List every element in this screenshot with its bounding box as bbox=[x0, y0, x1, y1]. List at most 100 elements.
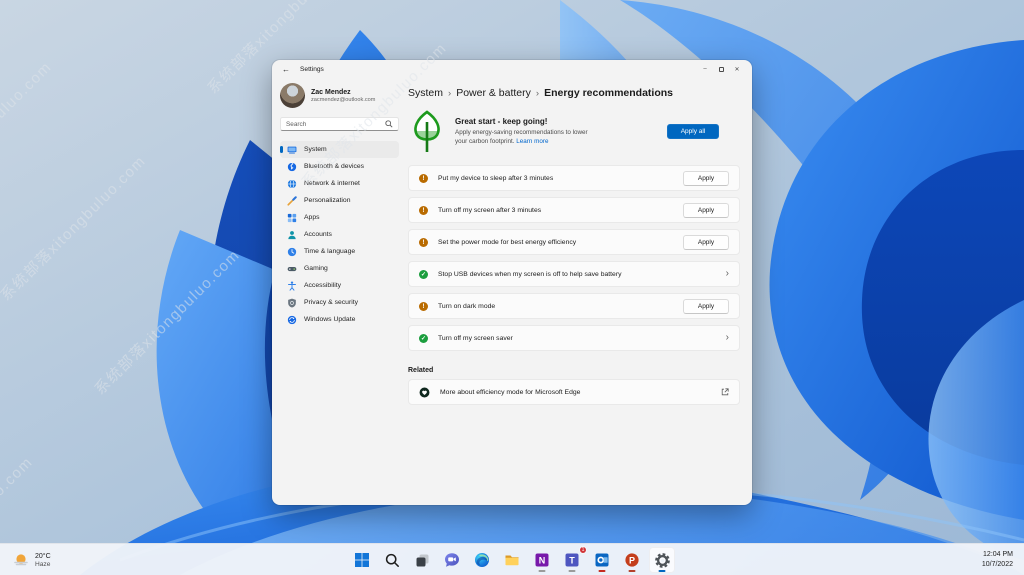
sidebar-item-time-language[interactable]: Time & language bbox=[280, 243, 399, 260]
task-view-button[interactable] bbox=[409, 547, 435, 573]
teams-letter: T bbox=[569, 555, 575, 565]
leaf-icon bbox=[410, 109, 444, 154]
window-title: Settings bbox=[300, 66, 324, 73]
windows-update-icon bbox=[287, 314, 297, 325]
settings-main: System › Power & battery › Energy recomm… bbox=[404, 78, 752, 505]
active-indicator bbox=[659, 570, 666, 572]
banner-description: Apply energy-saving recommendations to l… bbox=[455, 128, 597, 147]
sidebar-item-label: Network & internet bbox=[304, 180, 360, 187]
apply-button[interactable]: Apply bbox=[683, 299, 729, 314]
search-button[interactable] bbox=[379, 547, 405, 573]
recommendation-label: Turn off my screen saver bbox=[438, 335, 513, 342]
teams-button[interactable]: T 1 bbox=[559, 547, 585, 573]
recommendation-label: Put my device to sleep after 3 minutes bbox=[438, 175, 553, 182]
sidebar-item-bluetooth-devices[interactable]: Bluetooth & devices bbox=[280, 158, 399, 175]
settings-sidebar: Zac Mendez zacmendez@outlook.com System bbox=[272, 78, 404, 505]
powerpoint-icon: P bbox=[624, 552, 640, 568]
related-link-row[interactable]: More about efficiency mode for Microsoft… bbox=[408, 379, 740, 405]
recommendation-row: Turn on dark mode Apply bbox=[408, 293, 740, 319]
warning-icon bbox=[419, 174, 428, 183]
sidebar-item-label: Accounts bbox=[304, 231, 332, 238]
gear-icon bbox=[654, 552, 671, 569]
apply-button[interactable]: Apply bbox=[683, 203, 729, 218]
edge-icon bbox=[474, 552, 490, 568]
titlebar: ← Settings – ✕ bbox=[272, 60, 752, 78]
sidebar-item-personalization[interactable]: Personalization bbox=[280, 192, 399, 209]
sidebar-item-label: Gaming bbox=[304, 265, 328, 272]
search-icon bbox=[385, 553, 400, 568]
windows-start-icon bbox=[354, 552, 370, 568]
sidebar-item-label: Apps bbox=[304, 214, 320, 221]
sidebar-item-label: Time & language bbox=[304, 248, 355, 255]
sidebar-item-label: Personalization bbox=[304, 197, 350, 204]
system-icon bbox=[287, 144, 297, 155]
warning-icon bbox=[419, 302, 428, 311]
chat-icon bbox=[444, 552, 460, 568]
chevron-right-icon[interactable]: › bbox=[726, 333, 729, 343]
close-button[interactable]: ✕ bbox=[729, 63, 745, 76]
recommendation-row: Set the power mode for best energy effic… bbox=[408, 229, 740, 255]
sidebar-item-system[interactable]: System bbox=[280, 141, 399, 158]
taskbar-icons: N T 1 P bbox=[349, 544, 675, 575]
minimize-button[interactable]: – bbox=[697, 63, 713, 76]
banner-title: Great start - keep going! bbox=[455, 117, 597, 126]
recommendation-row[interactable]: Stop USB devices when my screen is off t… bbox=[408, 261, 740, 287]
file-explorer-button[interactable] bbox=[499, 547, 525, 573]
sidebar-item-label: System bbox=[304, 146, 327, 153]
personalization-icon bbox=[287, 195, 297, 206]
user-name: Zac Mendez bbox=[311, 89, 375, 96]
sidebar-item-network-internet[interactable]: Network & internet bbox=[280, 175, 399, 192]
weather-condition: Haze bbox=[35, 561, 51, 568]
clock[interactable]: 12:04 PM 10/7/2022 bbox=[982, 544, 1013, 575]
accounts-icon bbox=[287, 229, 297, 240]
sidebar-item-privacy-security[interactable]: Privacy & security bbox=[280, 294, 399, 311]
clock-date: 10/7/2022 bbox=[982, 560, 1013, 571]
maximize-button[interactable] bbox=[713, 63, 729, 76]
notification-badge: 1 bbox=[579, 546, 587, 554]
running-indicator bbox=[539, 570, 546, 572]
back-button[interactable]: ← bbox=[279, 63, 293, 75]
outlook-button[interactable] bbox=[589, 547, 615, 573]
edge-efficiency-icon bbox=[419, 387, 430, 398]
recommendation-label: Set the power mode for best energy effic… bbox=[438, 239, 576, 246]
weather-widget[interactable]: 20°C Haze bbox=[9, 544, 55, 575]
apply-button[interactable]: Apply bbox=[683, 171, 729, 186]
teams-icon: T bbox=[564, 552, 580, 568]
sidebar-item-accessibility[interactable]: Accessibility bbox=[280, 277, 399, 294]
user-email: zacmendez@outlook.com bbox=[311, 97, 375, 103]
chat-button[interactable] bbox=[439, 547, 465, 573]
breadcrumb-power-battery[interactable]: Power & battery bbox=[456, 87, 531, 99]
settings-window: ← Settings – ✕ Zac Mendez zacmendez@outl… bbox=[272, 60, 752, 505]
time-language-icon bbox=[287, 246, 297, 257]
breadcrumb-separator: › bbox=[536, 88, 539, 99]
apply-all-button[interactable]: Apply all bbox=[667, 124, 719, 139]
taskbar: 20°C Haze bbox=[0, 543, 1024, 575]
settings-search[interactable] bbox=[280, 117, 399, 131]
account-summary[interactable]: Zac Mendez zacmendez@outlook.com bbox=[280, 83, 399, 108]
start-button[interactable] bbox=[349, 547, 375, 573]
sidebar-item-accounts[interactable]: Accounts bbox=[280, 226, 399, 243]
apply-button[interactable]: Apply bbox=[683, 235, 729, 250]
learn-more-link[interactable]: Learn more bbox=[516, 138, 548, 145]
gaming-icon bbox=[287, 263, 297, 274]
sidebar-item-apps[interactable]: Apps bbox=[280, 209, 399, 226]
chevron-right-icon[interactable]: › bbox=[726, 269, 729, 279]
recommendation-row: Turn off my screen after 3 minutes Apply bbox=[408, 197, 740, 223]
powerpoint-button[interactable]: P bbox=[619, 547, 645, 573]
onenote-button[interactable]: N bbox=[529, 547, 555, 573]
recommendation-row[interactable]: Turn off my screen saver › bbox=[408, 325, 740, 351]
edge-button[interactable] bbox=[469, 547, 495, 573]
search-input[interactable] bbox=[286, 121, 385, 128]
search-icon bbox=[385, 120, 393, 128]
warning-icon bbox=[419, 238, 428, 247]
file-explorer-icon bbox=[504, 552, 520, 568]
energy-banner: Great start - keep going! Apply energy-s… bbox=[408, 109, 740, 154]
privacy-icon bbox=[287, 297, 297, 308]
accessibility-icon bbox=[287, 280, 297, 291]
breadcrumb-system[interactable]: System bbox=[408, 87, 443, 99]
sidebar-item-gaming[interactable]: Gaming bbox=[280, 260, 399, 277]
warning-icon bbox=[419, 206, 428, 215]
settings-taskbar-button[interactable] bbox=[649, 547, 675, 573]
sidebar-item-windows-update[interactable]: Windows Update bbox=[280, 311, 399, 328]
running-indicator bbox=[569, 570, 576, 572]
